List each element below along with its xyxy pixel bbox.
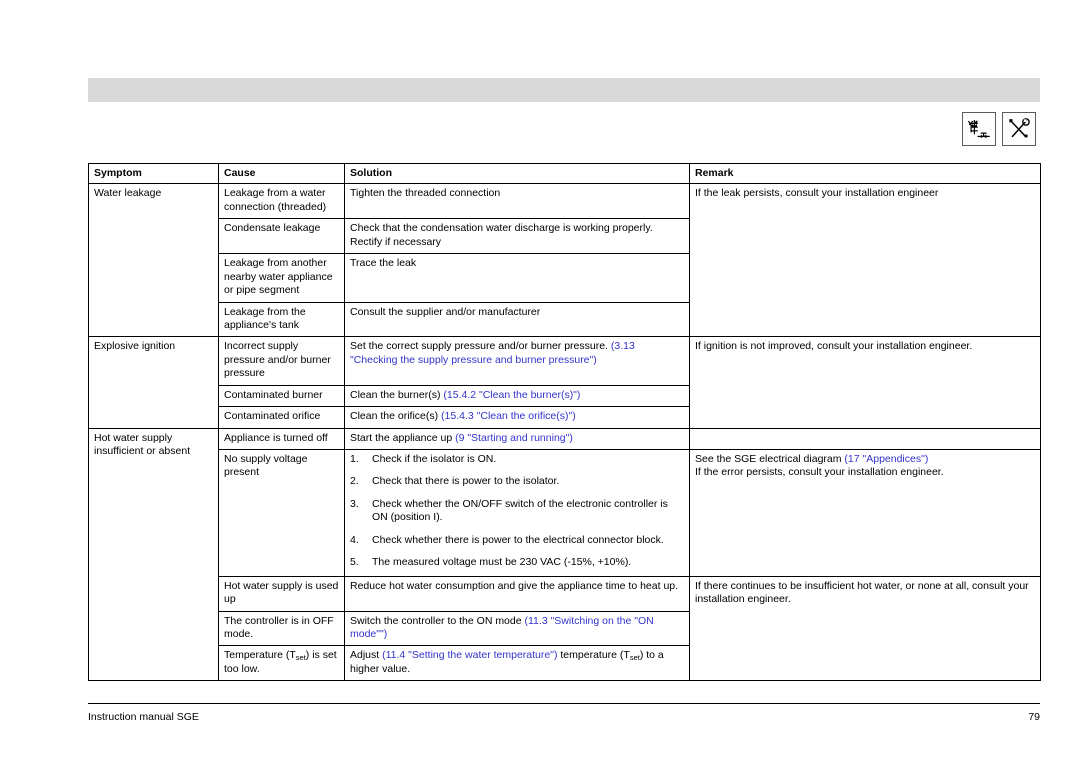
remark-cell	[689, 427, 1041, 451]
solution-cell: Start the appliance up (9 "Starting and …	[344, 427, 690, 451]
cause-cell: Leakage from the appliance's tank	[218, 301, 345, 338]
solution-text-mid: temperature (T	[557, 649, 630, 662]
cause-cell: Condensate leakage	[218, 218, 345, 255]
solution-cell: Check that the condensation water discha…	[344, 218, 690, 255]
solution-text: Start the appliance up	[350, 431, 456, 444]
solution-text: Clean the burner(s)	[350, 388, 444, 401]
remark-cell: If there continues to be insufficient ho…	[689, 575, 1041, 682]
remark-text: See the SGE electrical diagram	[695, 453, 845, 465]
subscript-set: set	[295, 653, 306, 663]
page-footer: Instruction manual SGE 79	[88, 711, 1040, 723]
list-item: Check that there is power to the isolato…	[350, 475, 560, 489]
cross-reference-link[interactable]: (9 "Starting and running")	[455, 432, 573, 444]
footer-manual-title: Instruction manual SGE	[88, 711, 199, 723]
solution-text: Clean the orifice(s)	[350, 410, 442, 423]
cause-cell: Leakage from another nearby water applia…	[218, 253, 345, 303]
cross-reference-link[interactable]: (11.4 "Setting the water temperature")	[382, 649, 557, 661]
document-page: Symptom Cause Solution Remark Water leak…	[0, 0, 1080, 763]
cause-cell: No supply voltage present	[218, 449, 345, 577]
table-row: Explosive ignition Incorrect supply pres…	[88, 336, 1041, 429]
solution-text: Adjust	[350, 649, 383, 662]
solution-cell: Clean the orifice(s) (15.4.3 "Clean the …	[344, 406, 690, 429]
cause-cell: Appliance is turned off	[218, 427, 345, 451]
solution-cell: Set the correct supply pressure and/or b…	[344, 336, 690, 386]
solution-cell: Switch the controller to the ON mode (11…	[344, 610, 690, 647]
symptom-cell: Hot water supply insufficient or absent	[88, 427, 219, 682]
solution-cell: Tighten the threaded connection	[344, 183, 690, 220]
cause-text: Temperature (T	[224, 649, 296, 662]
column-header-symptom: Symptom	[88, 162, 219, 185]
cause-cell: Contaminated orifice	[218, 406, 345, 429]
column-header-solution: Solution	[344, 162, 690, 185]
list-item: The measured voltage must be 230 VAC (-1…	[350, 556, 632, 570]
cause-cell: Leakage from a water connection (threade…	[218, 183, 345, 220]
remark-cell: If ignition is not improved, consult you…	[689, 336, 1041, 429]
list-item: Check if the isolator is ON.	[350, 453, 497, 467]
column-header-cause: Cause	[218, 162, 345, 185]
column-header-remark: Remark	[689, 162, 1041, 185]
table-row: Hot water supply insufficient or absent …	[88, 427, 1041, 682]
remark-text-secondary: If the error persists, consult your inst…	[695, 466, 944, 479]
solution-step-list: Check if the isolator is ON. Check that …	[350, 453, 684, 570]
solution-cell: Consult the supplier and/or manufacturer	[344, 301, 690, 338]
list-item: Check whether the ON/OFF switch of the e…	[350, 497, 668, 524]
solution-cell: Reduce hot water consumption and give th…	[344, 575, 690, 612]
remark-cell: See the SGE electrical diagram (17 "Appe…	[689, 449, 1041, 577]
troubleshooting-table: Symptom Cause Solution Remark Water leak…	[88, 162, 1041, 682]
piping-diagram-icon	[962, 112, 996, 146]
table-header-row: Symptom Cause Solution Remark	[88, 162, 1041, 185]
solution-cell: Clean the burner(s) (15.4.2 "Clean the b…	[344, 384, 690, 408]
table-row: Water leakage Leakage from a water conne…	[88, 183, 1041, 338]
cause-cell: Contaminated burner	[218, 384, 345, 408]
cross-reference-link[interactable]: (15.4.3 "Clean the orifice(s)")	[441, 410, 576, 422]
list-item: Check whether there is power to the elec…	[350, 533, 664, 548]
symptom-cell: Water leakage	[88, 183, 219, 338]
solution-cell: Adjust (11.4 "Setting the water temperat…	[344, 645, 690, 682]
solution-text: Set the correct supply pressure and/or b…	[350, 340, 611, 353]
header-icon-group	[962, 112, 1036, 146]
table-row: Hot water supply is used up Reduce hot w…	[89, 575, 1041, 682]
cause-cell: Incorrect supply pressure and/or burner …	[218, 336, 345, 386]
footer-divider	[88, 703, 1040, 704]
cross-reference-link[interactable]: (17 "Appendices")	[844, 453, 928, 465]
cause-cell: The controller is in OFF mode.	[218, 610, 345, 647]
table-row: No supply voltage present Check if the i…	[89, 449, 1041, 577]
symptom-cell: Explosive ignition	[88, 336, 219, 429]
page-number: 79	[1028, 711, 1040, 723]
header-band	[88, 78, 1040, 102]
remark-cell: If the leak persists, consult your insta…	[689, 183, 1041, 338]
cause-cell: Temperature (Tset) is set too low.	[218, 645, 345, 682]
cross-reference-link[interactable]: (15.4.2 "Clean the burner(s)")	[443, 389, 580, 401]
subscript-set: set	[629, 653, 640, 663]
cause-cell: Hot water supply is used up	[218, 575, 345, 612]
tools-icon	[1002, 112, 1036, 146]
solution-cell: Trace the leak	[344, 253, 690, 303]
solution-text: Switch the controller to the ON mode	[350, 614, 525, 627]
solution-cell: Check if the isolator is ON. Check that …	[344, 449, 690, 577]
